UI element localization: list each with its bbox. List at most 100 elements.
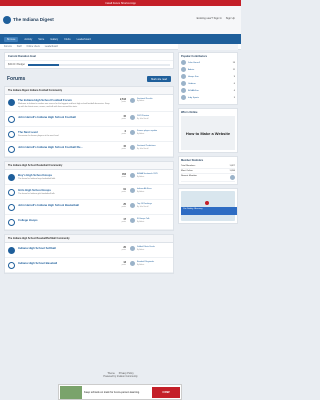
forum-row: College Hoops 17 posts IU Hoops Talk By A… <box>5 215 173 231</box>
contributor-item[interactable]: Indy Sports 3 <box>181 95 235 100</box>
forum-description: Welcome to Indiana's number one source f… <box>18 103 110 108</box>
avatar[interactable] <box>130 188 135 194</box>
subnav-leaderboard[interactable]: Leaderboard <box>45 46 58 48</box>
sidebar-ad[interactable]: How to Make a Website <box>181 116 235 150</box>
donation-goal-title: Current Donation Goal <box>5 53 173 61</box>
avatar[interactable] <box>181 81 186 86</box>
whos-online-title: Who's Online <box>181 111 198 114</box>
site-logo-icon[interactable] <box>3 16 11 24</box>
contributor-item[interactable]: IHSAA Fan 4 <box>181 88 235 93</box>
avatar[interactable] <box>130 145 135 151</box>
forum-title[interactable]: Indiana High School Softball <box>18 246 110 250</box>
avatar[interactable] <box>130 246 135 252</box>
subnav-forums[interactable]: Forums <box>4 46 12 48</box>
post-count-label: posts <box>121 191 126 194</box>
map-ad-text: Car Safety Glossary <box>181 207 237 215</box>
contributor-count: 3 <box>233 96 235 99</box>
forum-title[interactable]: Indiana High School Baseball <box>18 261 110 265</box>
forum-title[interactable]: John Harrell's Indiana High School Baske… <box>18 203 110 207</box>
contributor-item[interactable]: John Harrell 13 <box>181 60 235 65</box>
subnav-online-users[interactable]: Online Users <box>26 46 39 48</box>
nav-clubs[interactable]: Clubs <box>64 38 70 41</box>
avatar[interactable] <box>181 67 186 72</box>
nav-browse[interactable]: Browse <box>4 36 19 42</box>
contributor-count: 6 <box>233 82 235 85</box>
sign-up-link[interactable]: Sign Up <box>226 17 235 20</box>
avatar[interactable] <box>130 115 135 121</box>
contributor-name[interactable]: John Harrell <box>188 62 200 64</box>
contributor-name[interactable]: Gridiron <box>188 83 196 85</box>
contributor-item[interactable]: Admin 11 <box>181 67 235 72</box>
contributor-item[interactable]: Gridiron 6 <box>181 81 235 86</box>
last-post: Sectional Predictions By John Harrell <box>130 145 170 151</box>
avatar[interactable] <box>130 203 135 209</box>
nav-store[interactable]: Store <box>38 38 44 41</box>
donation-progress-bar <box>27 63 170 66</box>
nav-activity[interactable]: Activity <box>24 38 32 41</box>
map-ad[interactable]: Car Safety Glossary <box>178 188 238 224</box>
last-post-author: By John Harrell <box>137 117 149 120</box>
sign-in-link[interactable]: Existing user? Sign In <box>197 17 222 20</box>
post-count: 25 posts <box>110 203 126 208</box>
last-post: Sectional Results By Admin <box>130 98 170 103</box>
bottom-ad[interactable]: Keep schools on track for 1st-to-person … <box>58 384 182 400</box>
post-count: 13 posts <box>110 261 126 266</box>
avatar[interactable] <box>181 95 186 100</box>
avatar[interactable] <box>181 74 186 79</box>
forum-icon <box>8 262 15 270</box>
last-post-author: By John Harrell <box>137 205 149 208</box>
avatar[interactable] <box>130 98 135 103</box>
forum-row: John Harrell's Indiana High School Footb… <box>5 142 173 158</box>
contributor-name[interactable]: IHSAA Fan <box>188 90 199 92</box>
header-user-links: Existing user? Sign In Sign Up <box>197 17 235 20</box>
avatar[interactable] <box>130 130 135 136</box>
contributor-item[interactable]: Hoops Fan 9 <box>181 74 235 79</box>
last-post: IHSAA Sectionals 2025 By Admin <box>130 173 170 179</box>
category-title[interactable]: The Indiana Digest Indiana Football Comm… <box>5 87 173 95</box>
forum-title[interactable]: The Next Level <box>18 130 110 134</box>
avatar[interactable] <box>130 173 135 179</box>
forum-title[interactable]: Boy's High School Hoops <box>18 173 110 177</box>
avatar[interactable] <box>230 175 235 180</box>
nav-gallery[interactable]: Gallery <box>50 38 58 41</box>
avatar[interactable] <box>130 218 135 224</box>
powered-by: Powered by Invision Community <box>103 375 138 378</box>
main-nav: Browse Activity Store Gallery Clubs Lead… <box>0 34 241 44</box>
avatar[interactable] <box>181 60 186 65</box>
last-post-author: By Admin <box>137 248 145 251</box>
avatar[interactable] <box>130 261 135 267</box>
forums-heading: Forums <box>7 76 26 82</box>
site-title[interactable]: The Indiana Digest <box>13 17 54 22</box>
contributor-name[interactable]: Indy Sports <box>188 97 199 99</box>
search-input[interactable] <box>178 44 238 50</box>
forum-category: The Indiana High School Baseball/Softbal… <box>4 234 174 275</box>
last-post: IU Hoops Talk By Admin <box>130 218 170 224</box>
forum-title[interactable]: John Harrell's Indiana High School Footb… <box>18 145 110 149</box>
nav-leaderboard[interactable]: Leaderboard <box>77 38 91 41</box>
forum-title[interactable]: The Indiana High School Football Forum <box>18 98 110 102</box>
forum-icon <box>8 99 15 106</box>
member-statistics: Member Statistics Total Members 1,827 Mos… <box>178 156 238 185</box>
contributor-name[interactable]: Admin <box>188 69 194 71</box>
post-count-label: posts <box>121 133 126 136</box>
donation-goal-card: Current Donation Goal $32.00 / Budget <box>4 52 174 69</box>
category-title[interactable]: The Indiana High School Baseball/Softbal… <box>5 235 173 244</box>
forum-row: The Next Level Discussion for former pla… <box>5 127 173 143</box>
newest-member-label: Newest Member <box>181 175 197 177</box>
last-post: Baseball Regionals By Admin <box>130 261 170 267</box>
forum-title[interactable]: John Harrell's Indiana High School Footb… <box>18 115 110 119</box>
post-count-label: posts <box>121 101 126 103</box>
mark-site-read-button[interactable]: Mark site read <box>147 76 171 82</box>
avatar[interactable] <box>181 88 186 93</box>
forum-title[interactable]: Girls High School Hoops <box>18 188 110 192</box>
category-title[interactable]: The Indiana High School Basketball Commu… <box>5 162 173 171</box>
forum-icon <box>8 204 15 212</box>
post-count: 15 posts <box>110 145 126 150</box>
forum-title[interactable]: College Hoops <box>18 218 110 222</box>
contributor-name[interactable]: Hoops Fan <box>188 76 199 78</box>
forum-category: The Indiana High School Basketball Commu… <box>4 161 174 232</box>
post-count: 17 posts <box>110 218 126 223</box>
subnav-staff[interactable]: Staff <box>17 46 22 48</box>
post-count-label: posts <box>121 264 126 267</box>
last-post-author: By Admin <box>137 220 145 223</box>
